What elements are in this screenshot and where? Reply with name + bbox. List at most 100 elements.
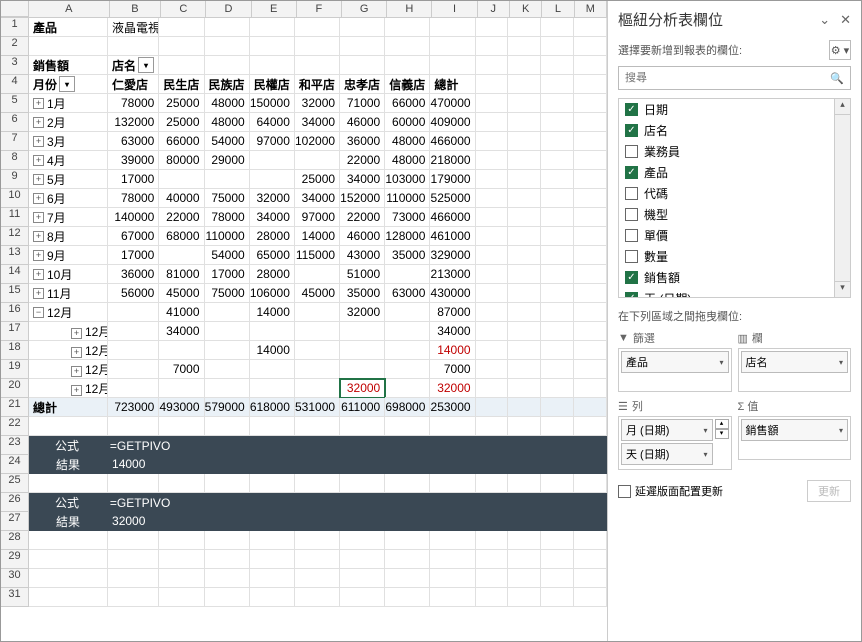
cell[interactable]: 329000: [430, 246, 475, 265]
cell[interactable]: [205, 322, 250, 341]
cell[interactable]: [250, 18, 295, 37]
cell[interactable]: [430, 474, 475, 493]
cell[interactable]: 78000: [108, 189, 159, 208]
cell[interactable]: [541, 531, 574, 550]
chevron-down-icon[interactable]: ▾: [703, 450, 707, 459]
cell[interactable]: 48000: [205, 113, 250, 132]
cell[interactable]: [508, 37, 541, 56]
cell[interactable]: 14000: [430, 341, 475, 360]
cell[interactable]: 34000: [430, 322, 475, 341]
col-H[interactable]: H: [387, 1, 432, 17]
cell[interactable]: [430, 455, 475, 474]
cell[interactable]: [574, 588, 607, 607]
cell[interactable]: [508, 341, 541, 360]
cell[interactable]: [385, 37, 430, 56]
cell[interactable]: 115000: [295, 246, 340, 265]
cell[interactable]: [108, 379, 159, 398]
row-header[interactable]: 16: [1, 303, 29, 322]
cell[interactable]: [508, 132, 541, 151]
cell[interactable]: [541, 265, 574, 284]
cell[interactable]: [250, 379, 295, 398]
cell[interactable]: 34000: [159, 322, 204, 341]
field-item[interactable]: ✓日期: [619, 99, 850, 120]
cell[interactable]: [214, 493, 258, 512]
cell[interactable]: 81000: [159, 265, 204, 284]
row-header[interactable]: 6: [1, 113, 29, 132]
cell[interactable]: [508, 75, 541, 94]
select-all-corner[interactable]: [1, 1, 29, 17]
cell[interactable]: [385, 360, 430, 379]
cell[interactable]: [541, 569, 574, 588]
cell[interactable]: [574, 113, 607, 132]
cell[interactable]: [574, 341, 607, 360]
cell[interactable]: [108, 417, 159, 436]
day-row[interactable]: +12月3日: [29, 360, 108, 379]
cell[interactable]: 14000: [250, 303, 295, 322]
row-header[interactable]: 25: [1, 474, 29, 493]
cell[interactable]: 128000: [385, 227, 430, 246]
cell[interactable]: [541, 474, 574, 493]
cell[interactable]: [574, 550, 607, 569]
cell[interactable]: [574, 474, 607, 493]
row-header[interactable]: 8: [1, 151, 29, 170]
row-header[interactable]: 29: [1, 550, 29, 569]
formula-text[interactable]: 14000: [108, 455, 159, 474]
cell[interactable]: [385, 303, 430, 322]
day-row[interactable]: +12月1日: [29, 322, 108, 341]
field-item[interactable]: 數量: [619, 246, 850, 267]
scroll-down-icon[interactable]: ▾: [835, 281, 850, 297]
defer-update-checkbox[interactable]: 延遲版面配置更新: [618, 483, 723, 499]
month-row[interactable]: +9月: [29, 246, 108, 265]
cell[interactable]: 87000: [430, 303, 475, 322]
cell[interactable]: [574, 569, 607, 588]
cell[interactable]: [476, 341, 509, 360]
cell[interactable]: [574, 284, 607, 303]
field-item[interactable]: ✓店名: [619, 120, 850, 141]
cell[interactable]: 34000: [295, 113, 340, 132]
cell[interactable]: [258, 436, 302, 455]
cell[interactable]: [205, 18, 250, 37]
chevron-down-icon[interactable]: ▾: [839, 426, 843, 435]
cell[interactable]: 22000: [340, 208, 385, 227]
store-header[interactable]: 信義店: [385, 75, 430, 94]
cell[interactable]: 97000: [295, 208, 340, 227]
cell[interactable]: [295, 474, 340, 493]
cell[interactable]: [170, 436, 214, 455]
cell[interactable]: [476, 37, 509, 56]
cell[interactable]: 611000: [340, 398, 385, 417]
cell[interactable]: [385, 512, 430, 531]
cell[interactable]: [159, 170, 204, 189]
cell[interactable]: [476, 189, 509, 208]
cell[interactable]: [250, 322, 295, 341]
row-header[interactable]: 30: [1, 569, 29, 588]
cell[interactable]: 66000: [385, 94, 430, 113]
cell[interactable]: 466000: [430, 132, 475, 151]
cell[interactable]: [508, 512, 541, 531]
expand-icon[interactable]: +: [71, 366, 82, 377]
cell[interactable]: [508, 550, 541, 569]
scrollbar[interactable]: ▴ ▾: [834, 99, 850, 297]
cell[interactable]: [250, 56, 295, 75]
day-row[interactable]: +12月10日: [29, 379, 108, 398]
cell[interactable]: 35000: [340, 284, 385, 303]
cell[interactable]: [340, 360, 385, 379]
cell[interactable]: [295, 417, 340, 436]
cell[interactable]: [541, 132, 574, 151]
field-item[interactable]: ✓銷售額: [619, 267, 850, 288]
expand-icon[interactable]: +: [33, 269, 44, 280]
cell[interactable]: [574, 322, 607, 341]
month-row[interactable]: +3月: [29, 132, 108, 151]
cell[interactable]: 34000: [250, 208, 295, 227]
cell[interactable]: [340, 569, 385, 588]
cell[interactable]: [385, 322, 430, 341]
cell[interactable]: [108, 588, 159, 607]
checkbox-icon[interactable]: [625, 187, 638, 200]
cell[interactable]: [205, 531, 250, 550]
cell[interactable]: [205, 341, 250, 360]
row-header[interactable]: 27: [1, 512, 29, 531]
col-E[interactable]: E: [252, 1, 297, 17]
store-header[interactable]: 和平店: [295, 75, 340, 94]
cell[interactable]: [574, 227, 607, 246]
cell[interactable]: [170, 493, 214, 512]
month-row[interactable]: +11月: [29, 284, 108, 303]
